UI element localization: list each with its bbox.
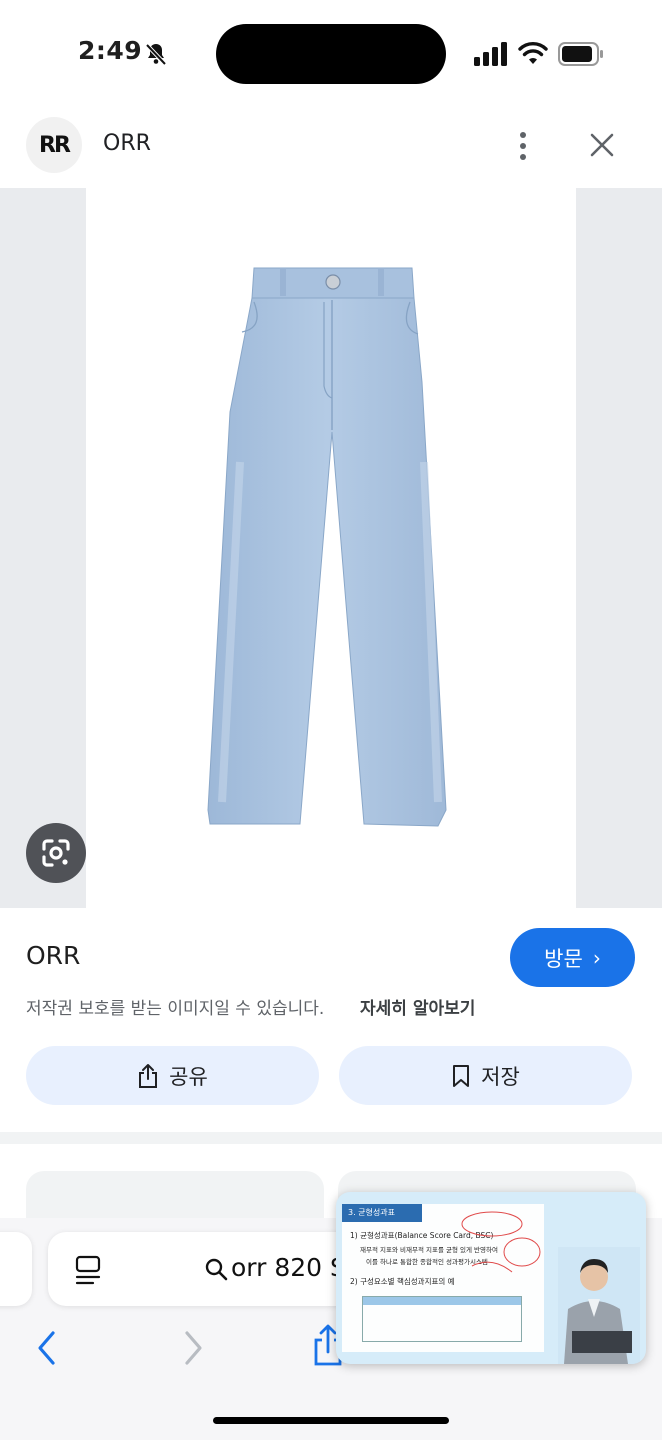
visit-label: 방문 [544, 946, 583, 971]
share-icon [139, 1063, 158, 1088]
page-menu-icon[interactable] [74, 1254, 102, 1286]
previous-tab[interactable] [0, 1232, 32, 1306]
jeans-image [207, 267, 447, 827]
more-options-icon[interactable] [508, 130, 538, 162]
visit-button[interactable]: 방문 › [510, 928, 635, 987]
status-time: 2:49 [78, 36, 143, 65]
presenter-image [558, 1247, 640, 1364]
slide-table [362, 1296, 522, 1342]
lens-icon [42, 839, 70, 867]
share-button[interactable]: 공유 [26, 1046, 319, 1105]
google-lens-button[interactable] [26, 823, 86, 883]
slide-header: 3. 균형성과표 [342, 1204, 422, 1222]
section-divider [0, 1132, 662, 1144]
slide-table-header [363, 1297, 521, 1305]
bookmark-icon [453, 1064, 470, 1087]
address-query[interactable]: orr 820 S [231, 1253, 346, 1282]
lecture-slide: 3. 균형성과표 1) 균형성과표(Balance Score Card, BS… [342, 1204, 544, 1352]
save-label: 저장 [481, 1064, 520, 1089]
search-icon [205, 1258, 228, 1281]
dynamic-island [216, 24, 446, 84]
bell-slash-icon [145, 43, 167, 66]
handwritten-annotation [461, 1211, 541, 1273]
home-indicator [213, 1417, 449, 1424]
result-title: ORR [26, 941, 81, 970]
learn-more-link[interactable]: 자세히 알아보기 [360, 994, 475, 1019]
picture-in-picture-video[interactable]: 3. 균형성과표 1) 균형성과표(Balance Score Card, BS… [336, 1192, 646, 1364]
chevron-right-icon: › [592, 945, 601, 970]
share-label: 공유 [169, 1064, 208, 1089]
forward-icon[interactable] [180, 1328, 206, 1368]
battery-icon [558, 42, 603, 66]
site-logo[interactable]: RR [26, 117, 82, 173]
cellular-signal-icon [474, 42, 507, 66]
copyright-notice: 저작권 보호를 받는 이미지일 수 있습니다. [26, 999, 325, 1019]
save-button[interactable]: 저장 [339, 1046, 632, 1105]
close-icon[interactable] [586, 128, 618, 162]
slide-line: 2) 구성요소별 핵심성과지표의 예 [350, 1277, 455, 1286]
wifi-icon [518, 42, 548, 64]
back-icon[interactable] [34, 1328, 60, 1368]
site-name[interactable]: ORR [103, 131, 151, 156]
